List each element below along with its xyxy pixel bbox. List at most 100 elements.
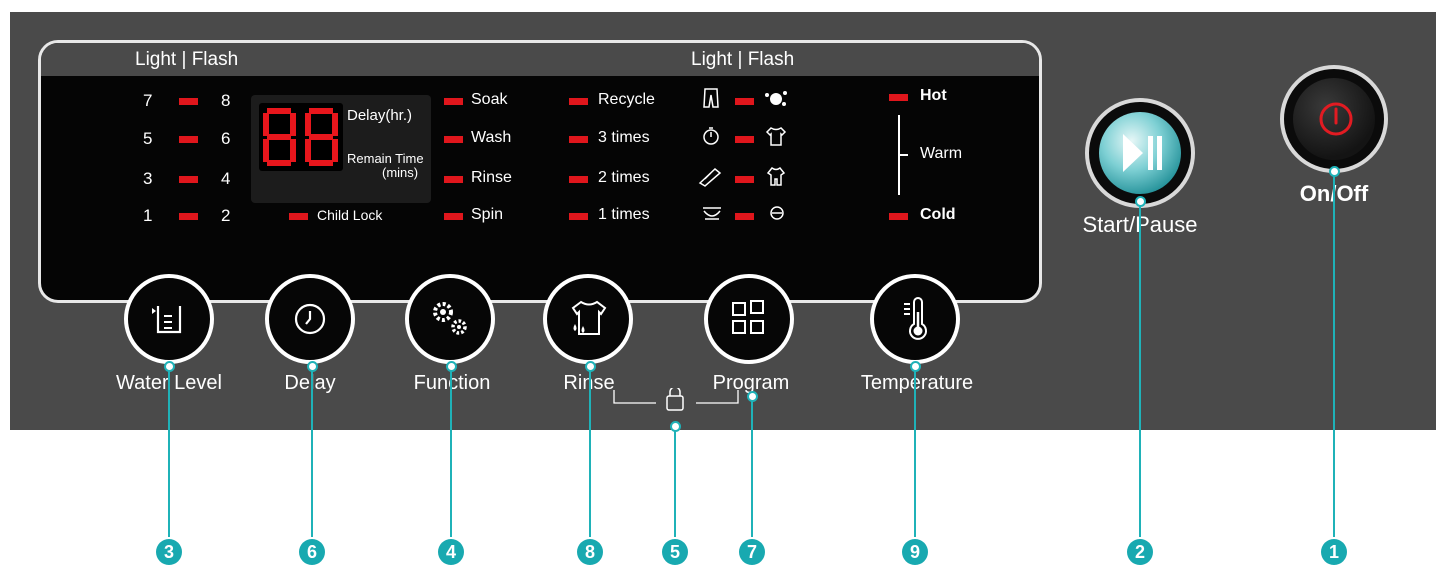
callout-line-5 (674, 425, 676, 537)
tub-clean-icon (703, 207, 721, 220)
callout-badge-6: 6 (299, 539, 325, 565)
temp-hot: Hot (920, 87, 947, 104)
callout-badge-2: 2 (1127, 539, 1153, 565)
led-rinse (444, 176, 463, 183)
water-level-button[interactable] (124, 274, 214, 364)
callout-line-7 (751, 395, 753, 537)
callout-dot-1 (1329, 166, 1340, 177)
header-left: Light | Flash (135, 49, 239, 70)
led-1-times (569, 213, 588, 220)
water-level-4: 4 (221, 169, 231, 188)
callout-line-2 (1139, 200, 1141, 537)
shirt-icon (765, 127, 787, 146)
callout-badge-5: 5 (662, 539, 688, 565)
callout-line-3 (168, 365, 170, 537)
led-quick (735, 136, 754, 143)
play-pause-icon (1123, 134, 1162, 172)
callout-badge-1: 1 (1321, 539, 1347, 565)
temp-warm: Warm (920, 145, 963, 162)
remain-mins-label: (mins) (382, 165, 419, 180)
led-3-times (569, 136, 588, 143)
led-water-3-4 (179, 176, 198, 183)
callout-dot-5 (670, 421, 681, 432)
callout-dot-7 (747, 391, 758, 402)
function-button[interactable] (405, 274, 495, 364)
clock-icon (294, 303, 326, 335)
thermometer-icon (904, 297, 927, 340)
seven-segment-digits (259, 103, 343, 171)
timer-icon (703, 127, 719, 145)
led-hot (889, 94, 908, 101)
led-2-times (569, 176, 588, 183)
callout-line-6 (311, 365, 313, 537)
rinse-1-times: 1 times (598, 206, 650, 223)
callout-badge-8: 8 (577, 539, 603, 565)
rinse-recycle: Recycle (598, 91, 655, 108)
water-level-2: 2 (221, 206, 231, 225)
water-level-7: 7 (143, 91, 153, 110)
led-spin (444, 213, 463, 220)
led-bulky (735, 176, 754, 183)
remain-time-label: Remain Time (347, 151, 424, 166)
rinse-2-times: 2 times (598, 169, 650, 186)
callout-dot-2 (1135, 196, 1146, 207)
callout-dot-6 (307, 361, 318, 372)
water-level-1: 1 (143, 206, 153, 225)
baby-clothes-icon (766, 166, 786, 186)
power-icon (1319, 102, 1353, 136)
led-recycle (569, 98, 588, 105)
temperature-button[interactable] (870, 274, 960, 364)
led-wash (444, 136, 463, 143)
callout-dot-3 (164, 361, 175, 372)
callout-line-4 (450, 365, 452, 537)
callout-dot-8 (585, 361, 596, 372)
child-lock-label: Child Lock (317, 207, 383, 223)
led-tub-clean (735, 213, 754, 220)
function-wash: Wash (471, 129, 512, 146)
callout-dot-4 (446, 361, 457, 372)
callout-dot-9 (910, 361, 921, 372)
callout-line-8 (589, 365, 591, 537)
temperature-label: Temperature (860, 372, 974, 394)
power-button[interactable] (1280, 65, 1388, 173)
led-water-7-8 (179, 98, 198, 105)
led-cold (889, 213, 908, 220)
callout-badge-9: 9 (902, 539, 928, 565)
delay-label: Delay (284, 372, 336, 394)
callout-badge-7: 7 (739, 539, 765, 565)
led-child-lock (289, 213, 308, 220)
program-button[interactable] (704, 274, 794, 364)
led-water-5-6 (179, 136, 198, 143)
header-right: Light | Flash (691, 49, 795, 70)
rinse-3-times: 3 times (598, 129, 650, 146)
delay-button[interactable] (265, 274, 355, 364)
water-level-5: 5 (143, 129, 153, 148)
digital-display: Delay(hr.) Remain Time (mins) (251, 95, 431, 203)
child-lock-combo (613, 388, 739, 411)
function-soak: Soak (471, 91, 508, 108)
drum-icon (770, 206, 784, 220)
indicator-panel: Light | Flash Light | Flash 7 8 5 6 3 4 … (38, 40, 1042, 303)
delay-hr-label: Delay(hr.) (347, 107, 413, 124)
water-level-3: 3 (143, 169, 153, 188)
callout-line-9 (914, 365, 916, 537)
rinse-button[interactable] (543, 274, 633, 364)
callout-line-1 (1333, 170, 1335, 537)
rinse-shirt-icon (571, 300, 607, 335)
water-level-8: 8 (221, 91, 231, 110)
jeans-icon (703, 88, 719, 108)
gears-icon (433, 302, 467, 335)
function-label: Function (413, 372, 491, 394)
start-pause-button[interactable] (1085, 98, 1195, 208)
stain-icon (765, 91, 787, 106)
led-jeans (735, 98, 754, 105)
blanket-icon (698, 168, 722, 187)
led-soak (444, 98, 463, 105)
beaker-icon (152, 306, 182, 334)
led-water-1-2 (179, 213, 198, 220)
function-spin: Spin (471, 206, 504, 223)
lock-icon (666, 388, 684, 411)
temp-cold: Cold (920, 206, 956, 223)
temp-bracket-tick (900, 154, 908, 156)
program-grid-icon (732, 300, 764, 334)
